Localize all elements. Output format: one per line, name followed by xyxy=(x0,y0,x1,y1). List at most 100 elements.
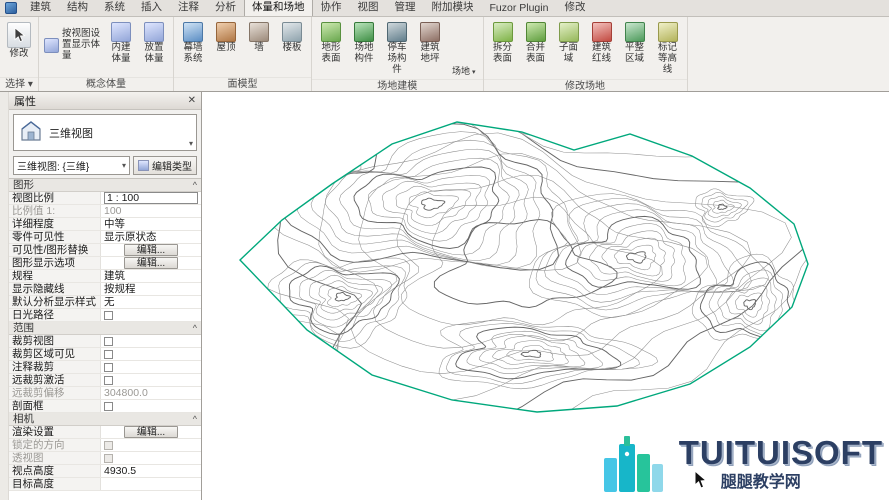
ribbon-tab[interactable]: 结构 xyxy=(59,0,96,16)
property-value[interactable] xyxy=(101,361,201,373)
split-surface-button[interactable]: 拆分表面 xyxy=(487,19,519,71)
checkbox[interactable] xyxy=(104,454,113,463)
property-row: 剖面框 xyxy=(9,400,201,413)
property-label: 可见性/图形替换 xyxy=(9,244,101,256)
property-value[interactable]: 无 xyxy=(101,296,201,308)
property-value[interactable] xyxy=(101,439,201,451)
property-group-header[interactable]: 图形^ xyxy=(9,179,201,192)
ribbon-tab[interactable]: 视图 xyxy=(350,0,387,16)
ribbon-tab[interactable]: 修改 xyxy=(556,0,593,16)
ribbon-tab[interactable]: 分析 xyxy=(207,0,244,16)
parking-component-button[interactable]: 停车场构件 xyxy=(381,19,413,79)
checkbox[interactable] xyxy=(104,376,113,385)
property-value[interactable]: 编辑... xyxy=(101,244,201,256)
property-value[interactable]: 304800.0 xyxy=(101,387,201,399)
ribbon-panel-label[interactable]: 场地建模 xyxy=(312,79,483,92)
curtain-system-button[interactable]: 幕墙系统 xyxy=(177,19,209,71)
dock-gutter xyxy=(0,92,9,500)
checkbox[interactable] xyxy=(104,350,113,359)
ribbon-tab[interactable]: 管理 xyxy=(387,0,424,16)
type-selector[interactable]: 三维视图 ▾ xyxy=(13,114,197,151)
application-menu-icon[interactable] xyxy=(5,2,17,14)
roof-button[interactable]: 屋顶 xyxy=(210,19,242,71)
property-value[interactable]: 4930.5 xyxy=(101,465,201,477)
view-row: 三维视图: {三维} ▾ 编辑类型 xyxy=(13,156,197,175)
property-group-header[interactable]: 相机^ xyxy=(9,413,201,426)
collapse-chevron-icon[interactable]: ^ xyxy=(193,413,197,425)
collapse-chevron-icon[interactable]: ^ xyxy=(193,179,197,191)
property-row: 透视图 xyxy=(9,452,201,465)
floor-button[interactable]: 楼板 xyxy=(276,19,308,71)
subregion-button[interactable]: 子面域 xyxy=(553,19,585,71)
toposurface-icon xyxy=(321,22,341,42)
edit-button[interactable]: 编辑... xyxy=(124,257,178,269)
modify-cursor-icon xyxy=(7,22,31,48)
property-value[interactable] xyxy=(101,335,201,347)
checkbox[interactable] xyxy=(104,441,113,450)
checkbox[interactable] xyxy=(104,337,113,346)
checkbox[interactable] xyxy=(104,402,113,411)
ribbon-tab[interactable]: 系统 xyxy=(96,0,133,16)
property-value[interactable]: 建筑 xyxy=(101,270,201,282)
ribbon-tab[interactable]: 体量和场地 xyxy=(244,0,313,16)
property-value[interactable]: 中等 xyxy=(101,218,201,230)
modify-cursor-button[interactable]: 修改 xyxy=(3,19,35,71)
property-row: 视点高度4930.5 xyxy=(9,465,201,478)
chevron-down-icon: ▾ xyxy=(122,161,126,170)
edit-button[interactable]: 编辑... xyxy=(124,244,178,256)
graded-region-button[interactable]: 平整区域 xyxy=(619,19,651,71)
checkbox[interactable] xyxy=(104,363,113,372)
ribbon-tab[interactable]: Fuzor Plugin xyxy=(482,0,557,16)
close-icon[interactable]: ✕ xyxy=(188,96,196,106)
show-mass-by-view-button[interactable]: 按视图设置显示体量 xyxy=(42,26,104,65)
edit-type-button[interactable]: 编辑类型 xyxy=(133,156,197,175)
ribbon-panel-label[interactable]: 概念体量 xyxy=(39,77,173,91)
ribbon-panel-label[interactable]: 选择 ▾ xyxy=(0,77,38,91)
collapse-chevron-icon[interactable]: ^ xyxy=(193,322,197,334)
property-value[interactable] xyxy=(101,348,201,360)
ribbon-panel-label[interactable]: 面模型 xyxy=(174,77,311,91)
property-value[interactable]: 编辑... xyxy=(101,426,201,438)
property-value[interactable]: 编辑... xyxy=(101,257,201,269)
property-group-header[interactable]: 范围^ xyxy=(9,322,201,335)
property-line-button[interactable]: 建筑红线 xyxy=(586,19,618,71)
property-value[interactable] xyxy=(101,400,201,412)
value-combobox[interactable]: 1 : 100 xyxy=(104,192,198,204)
show-mass-by-view-icon xyxy=(44,38,59,53)
label-contours-button[interactable]: 标记等高线 xyxy=(652,19,684,79)
ribbon-tab[interactable]: 注释 xyxy=(170,0,207,16)
property-label: 锁定的方向 xyxy=(9,439,101,451)
inplace-mass-button[interactable]: 内建体量 xyxy=(105,19,137,71)
toposurface-boundary[interactable] xyxy=(240,122,808,412)
curtain-system-icon xyxy=(183,22,203,42)
merge-surfaces-button[interactable]: 合并表面 xyxy=(520,19,552,71)
property-value[interactable]: 显示原状态 xyxy=(101,231,201,243)
site-dropdown-button[interactable]: 场地▾ xyxy=(448,64,480,78)
property-row: 显示隐藏线按规程 xyxy=(9,283,201,296)
building-pad-button[interactable]: 建筑地坪 xyxy=(414,19,446,71)
view-selector[interactable]: 三维视图: {三维} ▾ xyxy=(13,156,130,175)
property-row: 默认分析显示样式无 xyxy=(9,296,201,309)
property-value[interactable] xyxy=(101,478,201,490)
property-value[interactable] xyxy=(101,309,201,321)
drawing-canvas[interactable]: TUITUISOFT 腿腿教学网 xyxy=(202,92,889,500)
edit-button[interactable]: 编辑... xyxy=(124,426,178,438)
property-value[interactable]: 1 : 100 xyxy=(101,192,201,204)
ribbon-tab[interactable]: 插入 xyxy=(133,0,170,16)
property-value[interactable] xyxy=(101,374,201,386)
place-mass-button[interactable]: 放置体量 xyxy=(138,19,170,71)
label-contours-icon xyxy=(658,22,678,42)
ribbon-tab[interactable]: 附加模块 xyxy=(424,0,482,16)
ribbon-panel-label[interactable]: 修改场地 xyxy=(484,79,687,92)
ribbon-tab[interactable]: 建筑 xyxy=(22,0,59,16)
property-value[interactable]: 按规程 xyxy=(101,283,201,295)
ribbon-tab-bar: 建筑结构系统插入注释分析体量和场地协作视图管理附加模块Fuzor Plugin修… xyxy=(0,0,889,17)
checkbox[interactable] xyxy=(104,311,113,320)
site-component-button[interactable]: 场地构件 xyxy=(348,19,380,71)
property-value[interactable] xyxy=(101,452,201,464)
property-value[interactable]: 100 xyxy=(101,205,201,217)
wall-button[interactable]: 墙 xyxy=(243,19,275,71)
ribbon-tab[interactable]: 协作 xyxy=(313,0,350,16)
watermark-brand: TUITUISOFT xyxy=(679,436,883,469)
toposurface-button[interactable]: 地形表面 xyxy=(315,19,347,71)
